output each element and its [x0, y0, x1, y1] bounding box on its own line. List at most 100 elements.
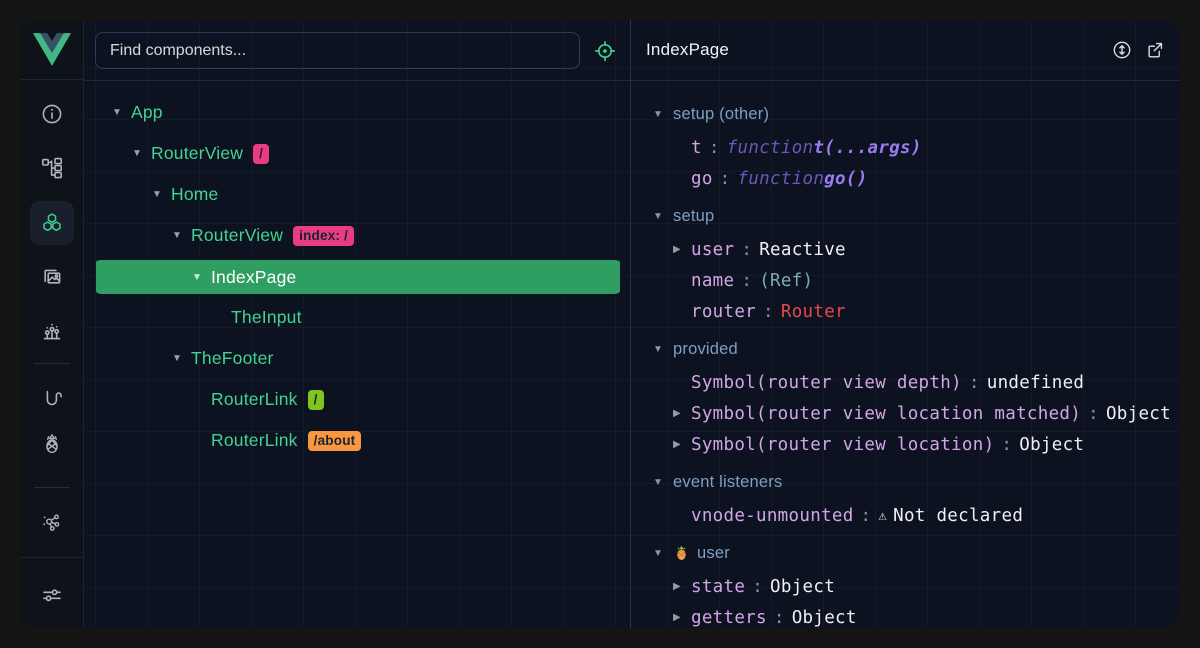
tree-row-routerview-1[interactable]: ▼RouterView/ [96, 133, 620, 174]
property-value: Router [781, 302, 846, 322]
property-key: Symbol(router view location matched) [691, 404, 1081, 424]
tree-row-routerview-3[interactable]: ▼RouterView index: / [96, 215, 620, 256]
property-row-t: ▶t:function t(...args) [631, 132, 1180, 163]
component-label: Home [171, 184, 218, 205]
key-value-separator: : [767, 608, 792, 628]
expand-arrow-icon[interactable]: ▼ [172, 230, 191, 241]
sidebar-item-overview[interactable] [40, 102, 64, 126]
expand-arrow-icon[interactable]: ▶ [673, 581, 691, 592]
expand-arrow-icon[interactable]: ▶ [673, 408, 691, 419]
scroll-to-component-icon [1111, 39, 1133, 61]
graph-icon [40, 510, 64, 534]
key-value-separator: : [713, 169, 738, 189]
tree-row-indexpage-4[interactable]: ▼IndexPage [96, 256, 620, 297]
expand-arrow-icon[interactable]: ▼ [132, 148, 151, 159]
component-label: RouterLink [211, 389, 298, 410]
property-row-getters[interactable]: ▶getters:Object [631, 602, 1180, 628]
section-collapse-icon[interactable]: ▼ [653, 477, 673, 488]
tree-row-routerlink-7[interactable]: ▼RouterLink/ [96, 379, 620, 420]
inspect-component-button[interactable] [593, 39, 617, 63]
sidebar-divider [34, 363, 70, 364]
property-row-state[interactable]: ▶state:Object [631, 571, 1180, 602]
property-value: Object [792, 608, 857, 628]
property-key: getters [691, 608, 767, 628]
property-row-symbol-router-view-location-[interactable]: ▶Symbol(router view location):Object [631, 429, 1180, 460]
key-value-separator: : [994, 435, 1019, 455]
inspector-section: ▼event listeners▶vnode-unmounted:⚠Not de… [631, 464, 1180, 531]
property-row-symbol-router-view-location-matched-[interactable]: ▶Symbol(router view location matched):Ob… [631, 398, 1180, 429]
section-collapse-icon[interactable]: ▼ [653, 109, 673, 120]
key-value-separator: : [962, 373, 987, 393]
inspector-section: ▼user▶state:Object▶getters:Object [631, 535, 1180, 628]
expand-arrow-icon[interactable]: ▶ [673, 612, 691, 623]
section-collapse-icon[interactable]: ▼ [653, 548, 673, 559]
property-row-symbol-router-view-depth-: ▶Symbol(router view depth):undefined [631, 367, 1180, 398]
property-value: (Ref) [759, 271, 813, 291]
tree-row-app-0[interactable]: ▼App [96, 92, 620, 133]
inspector-section: ▼setup (other)▶t:function t(...args)▶go:… [631, 96, 1180, 194]
sidebar-item-router[interactable] [40, 387, 64, 411]
timeline-icon [40, 319, 64, 343]
section-collapse-icon[interactable]: ▼ [653, 211, 673, 222]
property-row-name: ▶name: (Ref) [631, 265, 1180, 296]
tree-row-routerlink-8[interactable]: ▼RouterLink/about [96, 420, 620, 461]
pinia-store-icon [673, 544, 690, 561]
expand-arrow-icon[interactable]: ▼ [112, 107, 131, 118]
tree-row-home-2[interactable]: ▼Home [96, 174, 620, 215]
info-icon [40, 102, 64, 126]
section-title: setup (other) [673, 105, 769, 124]
tree-row-thefooter-6[interactable]: ▼TheFooter [96, 338, 620, 379]
component-tree: ▼App▼RouterView/▼Home▼RouterViewindex: /… [84, 80, 630, 628]
component-label: RouterLink [211, 430, 298, 451]
section-header-provided[interactable]: ▼provided [631, 331, 1180, 367]
route-badge: / [308, 390, 324, 410]
open-in-editor-button[interactable] [1144, 39, 1166, 61]
key-value-separator: : [734, 271, 759, 291]
sidebar-item-timeline[interactable] [40, 319, 64, 343]
key-value-separator: : [854, 506, 879, 526]
section-title: event listeners [673, 473, 782, 492]
sidebar-item-settings[interactable] [40, 583, 64, 607]
vue-logo [20, 20, 84, 80]
component-label: RouterView [191, 225, 283, 246]
property-value: Reactive [759, 240, 846, 260]
expand-arrow-icon[interactable]: ▼ [192, 272, 211, 283]
property-row-vnode-unmounted: ▶vnode-unmounted:⚠Not declared [631, 500, 1180, 531]
expand-arrow-icon[interactable]: ▶ [673, 439, 691, 450]
sidebar-item-components[interactable] [40, 211, 64, 235]
property-value: undefined [987, 373, 1085, 393]
property-value: Not declared [893, 506, 1023, 526]
property-key: Symbol(router view location) [691, 435, 994, 455]
section-header-setup-other-[interactable]: ▼setup (other) [631, 96, 1180, 132]
property-row-user[interactable]: ▶user:Reactive [631, 234, 1180, 265]
section-header-user[interactable]: ▼ user [631, 535, 1180, 571]
expand-arrow-icon[interactable]: ▼ [172, 353, 191, 364]
scroll-to-component-button[interactable] [1111, 39, 1133, 61]
route-badge: / [253, 144, 269, 164]
component-label: IndexPage [211, 267, 296, 288]
section-header-event-listeners[interactable]: ▼event listeners [631, 464, 1180, 500]
inspector-panel: ▼setup (other)▶t:function t(...args)▶go:… [631, 80, 1180, 628]
route-badge: index: / [293, 226, 354, 246]
property-value: function [738, 169, 825, 189]
property-key: vnode-unmounted [691, 506, 854, 526]
sidebar-item-assets[interactable] [40, 265, 64, 289]
sidebar-item-pinia[interactable] [40, 432, 64, 456]
key-value-separator: : [734, 240, 759, 260]
expand-arrow-icon[interactable]: ▶ [673, 244, 691, 255]
sidebar-divider [34, 487, 70, 488]
section-header-setup[interactable]: ▼setup [631, 198, 1180, 234]
tree-row-theinput-5[interactable]: ▼TheInput [96, 297, 620, 338]
component-tree-icon [40, 156, 64, 180]
open-in-editor-icon [1144, 39, 1166, 61]
assets-icon [40, 265, 64, 289]
property-key: go [691, 169, 713, 189]
section-collapse-icon[interactable]: ▼ [653, 344, 673, 355]
target-icon [593, 39, 617, 63]
section-title: user [697, 544, 730, 563]
sidebar-item-graph[interactable] [40, 510, 64, 534]
section-title: setup [673, 207, 714, 226]
sidebar-item-pages[interactable] [40, 156, 64, 180]
search-input[interactable] [95, 32, 580, 69]
expand-arrow-icon[interactable]: ▼ [152, 189, 171, 200]
